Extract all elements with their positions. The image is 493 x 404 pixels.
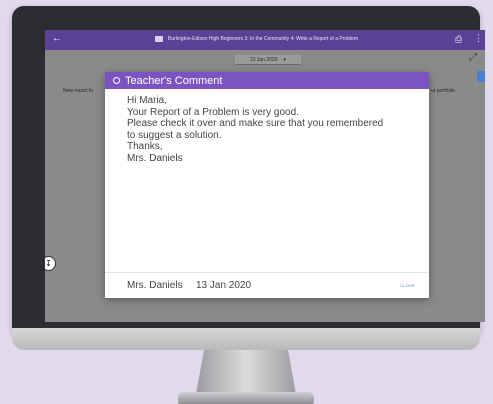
download-icon[interactable]: ↧	[45, 256, 56, 271]
teacher-comment-dialog: Teacher's Comment Hi Maria, Your Report …	[105, 72, 429, 298]
comment-line: Hi Maria,	[127, 95, 168, 106]
print-icon[interactable]: ⎙	[455, 34, 462, 45]
comment-line: Your Report of a Problem is very good.	[127, 106, 299, 118]
comment-icon	[113, 77, 120, 84]
app-bar: ← Burlington-Edison High Beginners 3: In…	[45, 30, 485, 50]
date-select[interactable]: 13 Jan 2020 ▾	[235, 55, 301, 65]
background-text-right: ur portfolio.	[431, 88, 457, 94]
monitor-chin	[12, 328, 480, 350]
dialog-footer: Mrs. Daniels 13 Jan 2020 CLOSE	[105, 272, 429, 299]
date-select-value: 13 Jan 2020	[249, 56, 278, 63]
monitor-base	[178, 392, 314, 404]
more-vertical-icon[interactable]: ⋮	[474, 33, 483, 44]
arrow-left-icon[interactable]: ←	[52, 33, 62, 44]
comment-line: Thanks,	[127, 141, 163, 152]
app-title: Burlington-Edison High Beginners 3: In t…	[168, 36, 358, 42]
monitor-stand	[196, 350, 296, 394]
comment-author: Mrs. Daniels	[127, 280, 183, 291]
side-action-button[interactable]	[477, 71, 485, 82]
monitor-frame: ← Burlington-Edison High Beginners 3: In…	[12, 6, 485, 339]
comment-line: Mrs. Daniels	[127, 152, 183, 164]
dialog-title: Teacher's Comment	[125, 74, 223, 87]
comment-line: to suggest a solution.	[127, 129, 222, 141]
close-button[interactable]: CLOSE	[400, 283, 415, 288]
folder-icon	[155, 36, 163, 42]
dialog-header: Teacher's Comment	[105, 72, 429, 89]
chevron-down-icon: ▾	[283, 56, 287, 63]
expand-icon[interactable]: ⤢	[469, 52, 477, 63]
dialog-body: Hi Maria, Your Report of a Problem is ve…	[105, 89, 429, 262]
comment-line: Please check it over and make sure that …	[127, 118, 384, 129]
comment-date: 13 Jan 2020	[196, 280, 252, 291]
screen: ← Burlington-Edison High Beginners 3: In…	[45, 30, 485, 322]
background-text-left: New report fo	[63, 88, 94, 94]
app-title-group: Burlington-Edison High Beginners 3: In t…	[155, 36, 358, 42]
